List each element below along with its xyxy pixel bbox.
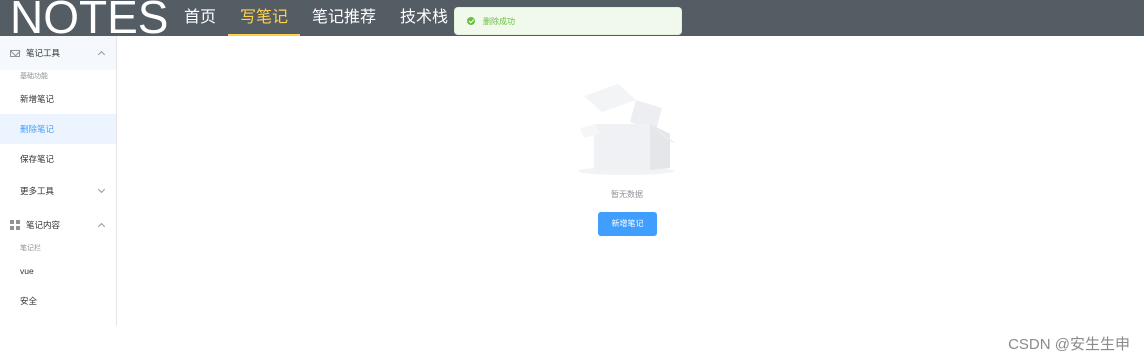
empty-state: 暂无数据 新增笔记 <box>560 72 700 242</box>
add-note-button[interactable]: 新增笔记 <box>598 212 657 236</box>
empty-state-text: 暂无数据 <box>611 190 643 199</box>
app-logo[interactable]: NOTES <box>10 0 168 40</box>
nav-tech-stack[interactable]: 技术栈 <box>388 0 460 36</box>
sidebar-item-vue[interactable]: vue <box>0 256 116 286</box>
menu-group-title: 基础功能 <box>20 73 48 80</box>
mail-icon <box>10 49 20 57</box>
nav-recommended[interactable]: 笔记推荐 <box>300 0 388 36</box>
empty-box-icon <box>578 84 676 175</box>
menu-group-title: 笔记栏 <box>20 245 41 252</box>
sidebar-item-add-note[interactable]: 新增笔记 <box>0 84 116 114</box>
submenu-note-content[interactable]: 笔记内容 <box>0 208 116 242</box>
sidebar-item-save-note[interactable]: 保存笔记 <box>0 144 116 174</box>
sidebar-item-security[interactable]: 安全 <box>0 286 116 316</box>
main-nav: 首页 写笔记 笔记推荐 技术栈 <box>172 0 460 36</box>
submenu-title-label: 笔记内容 <box>26 220 61 230</box>
submenu-title-label: 更多工具 <box>20 186 55 196</box>
chevron-up-icon <box>97 50 106 59</box>
watermark: CSDN @安生生申 <box>1008 336 1130 353</box>
toast-message: 删除成功 <box>483 16 515 26</box>
submenu-title-label: 笔记工具 <box>26 48 61 58</box>
submenu-note-tools[interactable]: 笔记工具 <box>0 36 116 70</box>
chevron-up-icon <box>97 222 106 231</box>
nav-write-note[interactable]: 写笔记 <box>228 0 301 36</box>
grid-icon <box>10 220 20 230</box>
sidebar-menu: 笔记工具 基础功能 新增笔记 删除笔记 保存笔记 更多工具 笔记内容 笔记栏 v… <box>0 36 117 326</box>
sidebar-item-delete-note[interactable]: 删除笔记 <box>0 114 116 144</box>
success-toast: 删除成功 <box>454 7 682 35</box>
submenu-more-tools[interactable]: 更多工具 <box>0 174 116 208</box>
success-check-icon <box>467 17 475 25</box>
nav-home[interactable]: 首页 <box>172 0 228 36</box>
chevron-down-icon <box>97 185 106 194</box>
